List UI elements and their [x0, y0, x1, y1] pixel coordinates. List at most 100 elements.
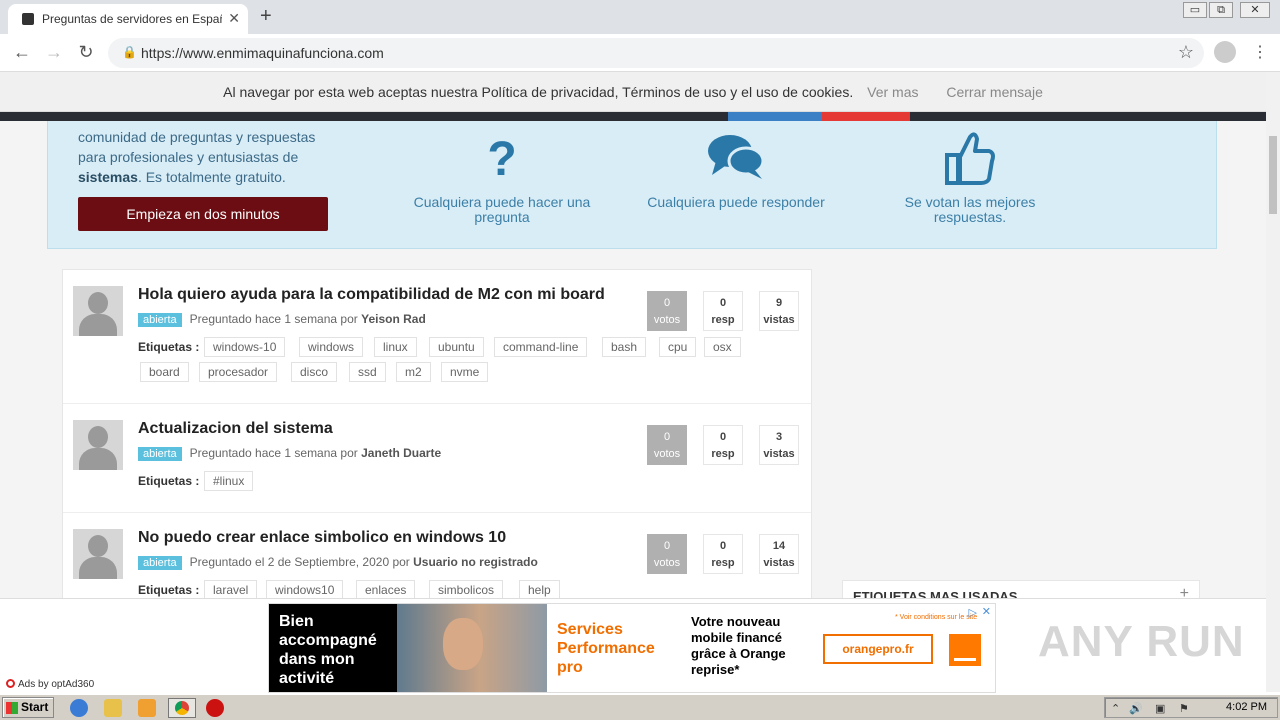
anyrun-watermark: ANY RUN	[1038, 617, 1245, 666]
chrome-icon	[175, 701, 189, 715]
welcome-hero: comunidad de preguntas y respuestas para…	[47, 121, 1217, 249]
user-avatar-icon[interactable]	[73, 420, 123, 470]
warning-app-icon[interactable]	[206, 699, 224, 717]
action-center-flag-icon[interactable]: ⚑	[1179, 702, 1189, 715]
votes-count: 0	[663, 431, 671, 443]
tag[interactable]: laravel	[204, 580, 258, 598]
explorer-folder-icon[interactable]	[104, 699, 122, 717]
feature-answer-label: Cualquiera puede responder	[647, 194, 825, 210]
get-started-button[interactable]: Empieza en dos minutos	[78, 197, 328, 231]
ad-close-icon[interactable]: ✕	[982, 605, 991, 618]
tag[interactable]: command-line	[494, 337, 588, 357]
profile-avatar-icon[interactable]	[1214, 41, 1236, 63]
chat-bubbles-icon	[636, 131, 836, 195]
answers-counter: 0 resp	[703, 425, 743, 465]
tab-close-icon[interactable]: ✕	[228, 10, 240, 27]
answers-count: 0	[719, 297, 727, 309]
views-count: 3	[775, 431, 783, 443]
clock[interactable]: 4:02 PM	[1226, 701, 1267, 713]
user-avatar-icon[interactable]	[73, 529, 123, 579]
reload-icon[interactable]: ↻	[74, 42, 98, 63]
address-bar[interactable]: 🔒 https://www.enmimaquinafunciona.com ☆	[108, 38, 1204, 68]
tag[interactable]: m2	[396, 362, 431, 382]
network-icon[interactable]: ▣	[1155, 702, 1165, 715]
scrollbar-thumb[interactable]	[1269, 136, 1277, 214]
tag[interactable]: windows-10	[204, 337, 286, 357]
user-avatar-icon[interactable]	[73, 286, 123, 336]
answers-label: resp	[711, 557, 735, 569]
tray-expand-icon[interactable]: ⌃	[1111, 702, 1120, 715]
votes-count: 0	[663, 540, 671, 552]
ad-photo	[397, 604, 547, 692]
views-label: vistas	[763, 314, 795, 326]
ad-headline-panel: Bien accompagné dans mon activité	[269, 604, 397, 692]
ie-icon[interactable]	[70, 699, 88, 717]
tag[interactable]: nvme	[441, 362, 489, 382]
views-count: 9	[775, 297, 783, 309]
window-close-button[interactable]: ✕	[1240, 2, 1270, 18]
ad-brand-line: Services Performance pro	[557, 621, 655, 676]
tag[interactable]: windows	[299, 337, 364, 357]
browser-menu-icon[interactable]: ⋮	[1252, 42, 1268, 62]
author-link[interactable]: Janeth Duarte	[361, 446, 441, 460]
system-tray: ⌃ 🔊 ▣ ⚑ 4:02 PM	[1104, 697, 1278, 718]
question-title[interactable]: No puedo crear enlace simbolico en windo…	[138, 529, 506, 547]
window-minimize-button[interactable]: ▭	[1183, 2, 1207, 18]
status-badge: abierta	[138, 556, 182, 570]
popular-tags-title: ETIQUETAS MAS USADAS	[853, 589, 1018, 598]
tag[interactable]: board	[140, 362, 189, 382]
views-label: vistas	[763, 448, 795, 460]
bookmark-star-icon[interactable]: ☆	[1178, 42, 1194, 63]
windows-logo-icon	[6, 702, 18, 714]
answers-counter: 0 resp	[703, 291, 743, 331]
tag[interactable]: procesador	[199, 362, 278, 382]
ad-attribution[interactable]: Ads by optAd360	[6, 679, 94, 690]
tag[interactable]: cpu	[659, 337, 697, 357]
hero-intro-bold: sistemas	[78, 169, 138, 185]
back-arrow-icon[interactable]: ←	[10, 42, 34, 63]
question-item: No puedo crear enlace simbolico en windo…	[63, 513, 811, 598]
popular-tags-card: ETIQUETAS MAS USADAS +	[842, 580, 1200, 598]
tag[interactable]: ubuntu	[429, 337, 484, 357]
question-icon: ?	[487, 133, 517, 186]
author-link[interactable]: Usuario no registrado	[413, 555, 538, 569]
url-text[interactable]: https://www.enmimaquinafunciona.com	[141, 45, 384, 61]
ad-cta-button[interactable]: orangepro.fr	[823, 634, 933, 664]
browser-tab-bar: Preguntas de servidores en Español ✕ + ▭…	[0, 0, 1280, 34]
forward-arrow-icon[interactable]: →	[42, 42, 66, 63]
cookie-close-link[interactable]: Cerrar mensaje	[946, 84, 1042, 100]
votes-counter: 0 votos	[647, 291, 687, 331]
cookie-more-link[interactable]: Ver mas	[867, 84, 918, 100]
volume-icon[interactable]: 🔊	[1129, 702, 1143, 715]
tag[interactable]: windows10	[266, 580, 344, 598]
tag[interactable]: simbolicos	[429, 580, 504, 598]
media-player-icon[interactable]	[138, 699, 156, 717]
question-title[interactable]: Actualizacion del sistema	[138, 420, 333, 438]
tag[interactable]: bash	[602, 337, 647, 357]
nav-accent-red[interactable]	[822, 112, 910, 121]
expand-plus-icon[interactable]: +	[1180, 585, 1189, 598]
tag[interactable]: help	[519, 580, 560, 598]
author-link[interactable]: Yeison Rad	[361, 312, 426, 326]
tag[interactable]: osx	[704, 337, 741, 357]
window-maximize-button[interactable]: ⧉	[1209, 2, 1233, 18]
nav-accent-blue[interactable]	[728, 112, 822, 121]
votes-count: 0	[663, 297, 671, 309]
ad-offer: Votre nouveau mobile financé grâce à Ora…	[691, 614, 786, 677]
views-counter: 14 vistas	[759, 534, 799, 574]
new-tab-button[interactable]: +	[260, 5, 272, 28]
adchoices-icon[interactable]: ▷	[969, 606, 977, 619]
chrome-taskbar-button[interactable]	[168, 698, 196, 718]
page-scrollbar[interactable]	[1266, 72, 1280, 692]
browser-tab[interactable]: Preguntas de servidores en Español ✕	[8, 4, 248, 34]
status-badge: abierta	[138, 447, 182, 461]
tag[interactable]: disco	[291, 362, 338, 382]
advertisement-banner[interactable]: Bien accompagné dans mon activité Servic…	[268, 603, 996, 693]
start-button[interactable]: Start	[2, 697, 54, 718]
question-meta: abierta Preguntado hace 1 semana por Jane…	[138, 446, 441, 461]
tag[interactable]: linux	[374, 337, 417, 357]
tag[interactable]: ssd	[349, 362, 386, 382]
tag[interactable]: enlaces	[356, 580, 416, 598]
tag[interactable]: #linux	[204, 471, 254, 491]
question-title[interactable]: Hola quiero ayuda para la compatibilidad…	[138, 286, 605, 304]
